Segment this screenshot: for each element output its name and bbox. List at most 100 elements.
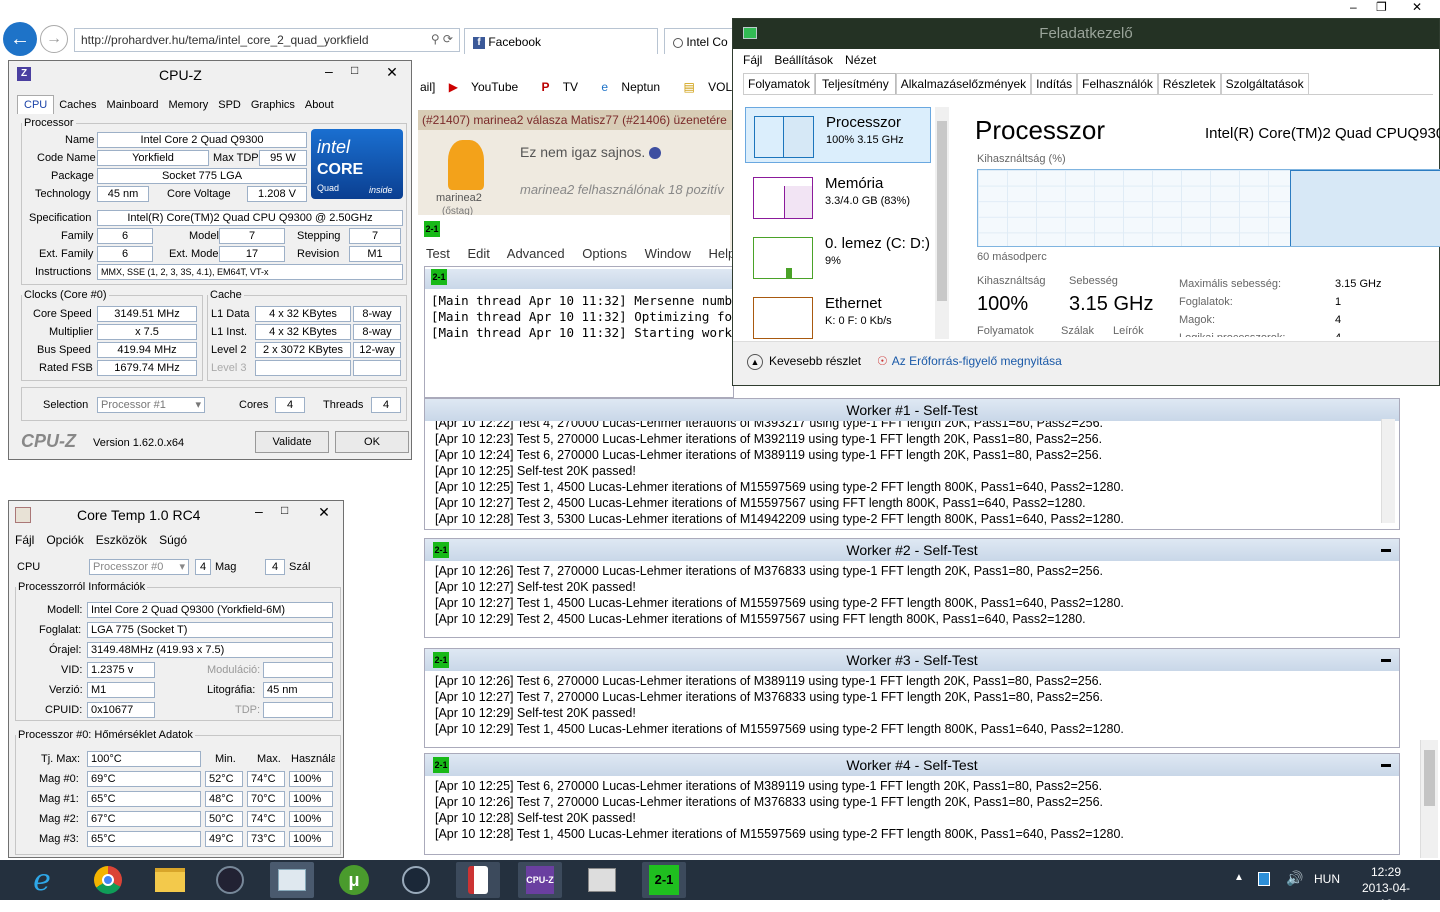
prime95-taskbar-icon[interactable]: 2-1 — [642, 862, 686, 898]
label: Core Speed — [33, 308, 92, 320]
log-line: [Apr 10 12:29] Self-test 20K passed! — [435, 706, 636, 720]
close-button[interactable]: ✕ — [1412, 0, 1422, 14]
label: Threads — [323, 399, 364, 411]
internet-explorer-icon[interactable]: e — [20, 862, 64, 898]
perf-item-disk[interactable]: 0. lemez (C: D:) 9% — [745, 229, 931, 285]
clock[interactable]: 12:29 2013-04-10 — [1356, 864, 1416, 912]
menu-view[interactable]: Nézet — [845, 53, 876, 67]
group-legend: Processzorról Információk — [18, 581, 146, 593]
page-scrollbar[interactable] — [1420, 740, 1438, 858]
utorrent-icon[interactable]: μ — [332, 862, 376, 898]
tab-intel[interactable]: Intel Co — [664, 28, 734, 54]
core-max: 73°C — [247, 831, 285, 847]
tab-cpu[interactable]: CPU — [17, 95, 55, 114]
tab-graphics[interactable]: Graphics — [246, 96, 300, 114]
minimize-button[interactable]: ▬ — [1381, 649, 1391, 671]
tab-about[interactable]: About — [300, 96, 339, 114]
menu-options[interactable]: Opciók — [46, 533, 83, 547]
steam-icon[interactable] — [394, 862, 438, 898]
menu-options[interactable]: Beállítások — [774, 53, 833, 67]
volume-icon[interactable]: 🔊 — [1286, 870, 1303, 887]
minimize-button[interactable]: – — [1350, 0, 1357, 14]
menu-test[interactable]: Test — [426, 246, 450, 261]
logo-text: intel — [317, 137, 351, 157]
bookmark-item[interactable]: ail] — [420, 80, 435, 94]
file-explorer-icon[interactable] — [148, 862, 192, 898]
emoji-icon — [649, 147, 662, 160]
resource-monitor-link[interactable]: ☉ Az Erőforrás-figyelő megnyitása — [877, 354, 1062, 368]
validate-button[interactable]: Validate — [255, 431, 329, 453]
maximize-button[interactable]: □ — [281, 503, 288, 517]
resource-monitor-label: Az Erőforrás-figyelő megnyitása — [891, 354, 1062, 368]
perf-item-memory[interactable]: Memória 3.3/4.0 GB (83%) — [745, 169, 931, 225]
tab-app-history[interactable]: Alkalmazáselőzmények — [895, 73, 1032, 94]
restore-button[interactable]: ❐ — [1376, 0, 1387, 14]
log-line: [Main thread Apr 10 11:32] Optimizing fo… — [431, 309, 733, 324]
log-line: [Apr 10 12:28] Test 3, 5300 Lucas-Lehmer… — [435, 512, 1124, 526]
close-button[interactable]: ✕ — [373, 61, 411, 83]
show-hidden-icons-chevron-icon[interactable]: ▲ — [1234, 872, 1244, 883]
minimize-button[interactable]: ▬ — [1381, 754, 1391, 776]
coretemp-taskbar-icon[interactable] — [456, 862, 500, 898]
tab-facebook[interactable]: f Facebook — [464, 28, 658, 54]
tab-services[interactable]: Szolgáltatások — [1220, 73, 1309, 94]
chrome-icon[interactable] — [86, 862, 130, 898]
menu-advanced[interactable]: Advanced — [507, 246, 565, 261]
menu-help[interactable]: Súgó — [159, 533, 187, 547]
perf-item-cpu[interactable]: Processzor 100% 3.15 GHz — [745, 107, 931, 163]
address-bar[interactable]: http://prohardver.hu/tema/intel_core_2_q… — [74, 28, 460, 52]
bookmark-youtube[interactable]: ▶ YouTube — [449, 80, 529, 94]
processor-dropdown[interactable]: Processzor #0 ▾ — [89, 559, 189, 575]
action-center-icon[interactable] — [1258, 872, 1270, 886]
cpuz-taskbar-icon[interactable]: CPU-Z — [518, 862, 562, 898]
url-text: http://prohardver.hu/tema/intel_core_2_q… — [81, 33, 369, 47]
ext-family-value: 6 — [97, 246, 153, 262]
ok-button[interactable]: OK — [335, 431, 409, 453]
scrollbar[interactable] — [1381, 419, 1395, 523]
facebook-icon: f — [473, 36, 485, 49]
tab-spd[interactable]: SPD — [213, 96, 246, 114]
disk-sparkline — [753, 237, 813, 279]
username[interactable]: marinea2 — [436, 192, 482, 204]
bookmark-neptun[interactable]: e Neptun — [601, 80, 670, 94]
close-button[interactable]: ✕ — [305, 501, 343, 523]
forward-button[interactable]: → — [40, 25, 68, 53]
menu-options[interactable]: Options — [582, 246, 627, 261]
tab-performance[interactable]: Teljesítmény — [815, 73, 896, 94]
gpu-z-icon[interactable] — [580, 862, 624, 898]
minimize-button[interactable]: – — [255, 503, 263, 519]
fewer-details-button[interactable]: ▲ Kevesebb részlet — [747, 354, 861, 370]
tab-details[interactable]: Részletek — [1157, 73, 1221, 94]
menu-file[interactable]: Fájl — [743, 53, 762, 67]
post-body: Ez nem igaz sajnos. — [520, 144, 646, 160]
perf-list-scrollbar[interactable] — [935, 107, 949, 339]
tab-startup[interactable]: Indítás — [1031, 73, 1078, 94]
input-language[interactable]: HUN — [1314, 872, 1340, 886]
tab-processes[interactable]: Folyamatok — [743, 73, 816, 94]
task-manager-icon[interactable] — [270, 862, 314, 898]
maximize-button[interactable]: □ — [351, 63, 358, 77]
minimize-button[interactable]: – — [325, 63, 333, 79]
tab-mainboard[interactable]: Mainboard — [102, 96, 164, 114]
tab-users[interactable]: Felhasználók — [1077, 73, 1158, 94]
vid-value: 1.2375 v — [87, 662, 155, 678]
menu-file[interactable]: Fájl — [15, 533, 34, 547]
menu-edit[interactable]: Edit — [467, 246, 489, 261]
stat-label: Szálak — [1061, 325, 1095, 337]
selection-dropdown[interactable]: Processor #1 ▾ — [97, 397, 205, 413]
core-speed-value: 3149.51 MHz — [97, 306, 197, 322]
back-button[interactable]: ← — [3, 22, 37, 56]
media-player-icon[interactable] — [208, 862, 252, 898]
youtube-icon: ▶ — [448, 80, 458, 94]
tab-caches[interactable]: Caches — [54, 96, 101, 114]
bookmark-tv[interactable]: P TV — [542, 80, 588, 94]
tab-label: Intel Co — [686, 35, 728, 49]
tab-memory[interactable]: Memory — [164, 96, 214, 114]
menu-window[interactable]: Window — [645, 246, 691, 261]
minimize-button[interactable]: ▬ — [1381, 539, 1391, 561]
search-icon[interactable]: ⚲ ⟳ — [431, 32, 453, 46]
menu-tools[interactable]: Eszközök — [96, 533, 147, 547]
perf-item-ethernet[interactable]: Ethernet K: 0 F: 0 Kb/s — [745, 289, 931, 345]
prime95-menubar: Test Edit Advanced Options Window Help — [418, 244, 735, 266]
taskmgr-app-icon — [743, 27, 757, 39]
